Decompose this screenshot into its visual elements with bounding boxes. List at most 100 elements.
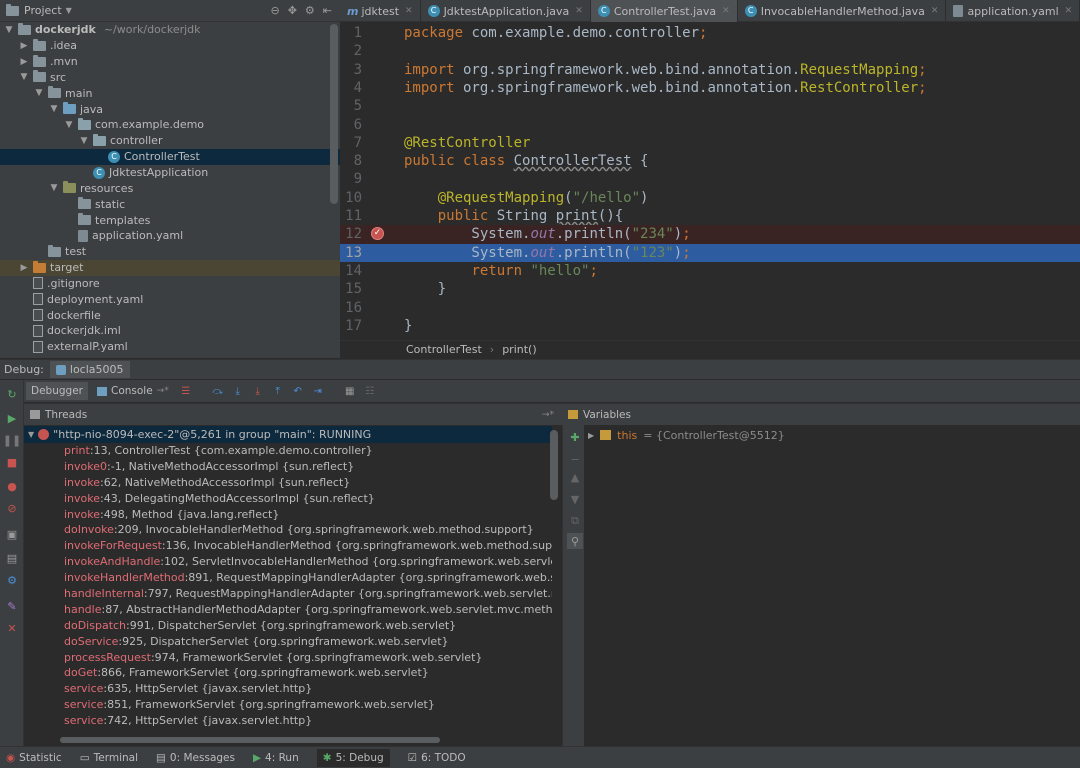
- code-line[interactable]: 11 public String print(){: [340, 207, 1080, 225]
- chevron-down-icon[interactable]: ▼: [34, 88, 44, 98]
- close-debug-icon[interactable]: ✕: [4, 620, 20, 636]
- project-panel-title[interactable]: Project: [24, 4, 62, 17]
- stack-frame-row[interactable]: doDispatch:991, DispatcherServlet {org.s…: [24, 618, 552, 634]
- settings-gear-icon[interactable]: ⚙: [305, 4, 315, 17]
- stack-frame-row[interactable]: service:635, HttpServlet {javax.servlet.…: [24, 681, 552, 697]
- stack-frame-row[interactable]: invokeForRequest:136, InvocableHandlerMe…: [24, 538, 552, 554]
- chevron-down-icon[interactable]: ▼: [64, 120, 74, 130]
- tree-item[interactable]: ▼ src: [0, 70, 340, 86]
- close-tab-icon[interactable]: ✕: [405, 6, 413, 16]
- breakpoint-icon[interactable]: ✓: [371, 227, 384, 240]
- code-line[interactable]: 1 package com.example.demo.controller;: [340, 24, 1080, 42]
- hide-panel-icon[interactable]: ⇤: [323, 4, 332, 17]
- pause-icon[interactable]: ❚❚: [3, 432, 21, 448]
- code-line[interactable]: 14 return "hello";: [340, 262, 1080, 280]
- force-step-into-icon[interactable]: ⤓: [250, 384, 266, 398]
- move-up-icon[interactable]: ▲: [567, 469, 583, 485]
- breadcrumb-class[interactable]: ControllerTest: [406, 343, 482, 356]
- resume-icon[interactable]: ▶: [4, 410, 20, 426]
- copy-icon[interactable]: ⧉: [567, 513, 583, 529]
- stack-frame-row[interactable]: doGet:866, FrameworkServlet {org.springf…: [24, 665, 552, 681]
- tree-item[interactable]: static: [0, 196, 340, 212]
- stack-frame-row[interactable]: invoke:62, NativeMethodAccessorImpl {sun…: [24, 475, 552, 491]
- tree-item[interactable]: ▼ main: [0, 85, 340, 101]
- tree-item[interactable]: ▶ target: [0, 259, 340, 276]
- threads-vertical-scrollbar[interactable]: [550, 430, 558, 500]
- thread-row[interactable]: ▼ "http-nio-8094-exec-2"@5,261 in group …: [24, 426, 552, 443]
- threads-horizontal-scrollbar[interactable]: [60, 737, 440, 743]
- tree-item[interactable]: test: [0, 244, 340, 260]
- editor-tab[interactable]: application.yaml ✕: [946, 0, 1080, 22]
- step-over-icon[interactable]: ⤼: [210, 384, 226, 398]
- stack-frame-row[interactable]: invokeHandlerMethod:891, RequestMappingH…: [24, 570, 552, 586]
- mute-breakpoints-icon[interactable]: ⊘: [4, 500, 20, 516]
- stack-frame-row[interactable]: invokeAndHandle:102, ServletInvocableHan…: [24, 554, 552, 570]
- stack-frame-row[interactable]: processRequest:974, FrameworkServlet {or…: [24, 650, 552, 666]
- tool-window-button[interactable]: ▤ 0: Messages: [156, 752, 235, 764]
- close-tab-icon[interactable]: ✕: [722, 6, 730, 16]
- breadcrumb-method[interactable]: print(): [502, 343, 536, 356]
- stack-frame-row[interactable]: invoke:43, DelegatingMethodAccessorImpl …: [24, 491, 552, 507]
- chevron-down-icon[interactable]: ▼: [4, 25, 14, 35]
- remove-watch-icon[interactable]: −: [567, 451, 583, 467]
- pin-tab-icon[interactable]: ✎: [4, 598, 20, 614]
- debug-session-tab[interactable]: locla5005: [49, 361, 130, 378]
- evaluate-expression-icon[interactable]: ▦: [342, 384, 358, 398]
- stack-frame-row[interactable]: handleInternal:797, RequestMappingHandle…: [24, 586, 552, 602]
- project-dropdown-icon[interactable]: ▼: [66, 6, 72, 15]
- tree-item[interactable]: C JdktestApplication: [0, 165, 340, 181]
- tree-item[interactable]: ▼ resources: [0, 180, 340, 196]
- chevron-right-icon[interactable]: ▶: [19, 41, 29, 51]
- expand-arrow-icon[interactable]: ▼: [28, 426, 34, 443]
- expand-arrow-icon[interactable]: ▶: [588, 431, 594, 440]
- tree-item[interactable]: C ControllerTest: [0, 148, 340, 165]
- tree-item[interactable]: .gitignore: [0, 276, 340, 292]
- view-breakpoints-icon[interactable]: ●: [4, 478, 20, 494]
- chevron-down-icon[interactable]: ▼: [79, 136, 89, 146]
- code-line[interactable]: 3 import org.springframework.web.bind.ann…: [340, 61, 1080, 79]
- rerun-icon[interactable]: ↻: [4, 386, 20, 402]
- editor-tab[interactable]: m jdktest ✕: [340, 0, 421, 22]
- code-line[interactable]: 6: [340, 116, 1080, 134]
- code-line[interactable]: 13 System.out.println("123");: [340, 243, 1080, 262]
- tree-item[interactable]: application.yaml: [0, 228, 340, 244]
- collapse-all-icon[interactable]: ⊖: [270, 4, 279, 17]
- debug-settings-icon[interactable]: ⚙: [4, 572, 20, 588]
- stack-frame-row[interactable]: service:742, HttpServlet {javax.servlet.…: [24, 713, 552, 729]
- chevron-down-icon[interactable]: ▼: [49, 183, 59, 193]
- code-line[interactable]: 4 import org.springframework.web.bind.ann…: [340, 79, 1080, 97]
- tool-window-button[interactable]: ◉ Statistic: [6, 752, 62, 764]
- show-execution-point-icon[interactable]: ☰: [178, 384, 194, 398]
- tool-window-button[interactable]: ☑ 6: TODO: [408, 752, 466, 764]
- tree-item[interactable]: ▼ java: [0, 101, 340, 117]
- restore-layout-icon[interactable]: ▤: [4, 550, 20, 566]
- variable-row[interactable]: ▶ this = {ControllerTest@5512}: [584, 426, 1080, 444]
- stack-frame-row[interactable]: print:13, ControllerTest {com.example.de…: [24, 443, 552, 459]
- chevron-down-icon[interactable]: ▼: [19, 72, 29, 82]
- step-out-icon[interactable]: ⤒: [270, 384, 286, 398]
- threads-layout-icon[interactable]: →*: [542, 410, 562, 420]
- stack-frame-row[interactable]: handle:87, AbstractHandlerMethodAdapter …: [24, 602, 552, 618]
- tree-item[interactable]: externalP.yaml: [0, 339, 340, 355]
- editor-tab[interactable]: C InvocableHandlerMethod.java ✕: [738, 0, 947, 22]
- run-to-cursor-icon[interactable]: ⇥: [310, 384, 326, 398]
- code-line[interactable]: 16: [340, 299, 1080, 317]
- new-watch-icon[interactable]: ✚: [567, 429, 583, 445]
- close-tab-icon[interactable]: ✕: [575, 6, 583, 16]
- tool-window-button[interactable]: ✱ 5: Debug: [316, 748, 390, 767]
- stack-frame-row[interactable]: invoke:498, Method {java.lang.reflect}: [24, 507, 552, 523]
- show-watches-icon[interactable]: ⚲: [567, 533, 583, 549]
- tree-item[interactable]: ▼ com.example.demo: [0, 117, 340, 133]
- tree-item[interactable]: templates: [0, 212, 340, 228]
- code-line[interactable]: 10 @RequestMapping("/hello"): [340, 189, 1080, 207]
- code-line[interactable]: 2: [340, 42, 1080, 60]
- code-line[interactable]: 9: [340, 170, 1080, 188]
- code-line[interactable]: 12 System.out.println("234");: [340, 225, 1080, 244]
- tree-item[interactable]: ▼ controller: [0, 133, 340, 149]
- stack-frame-row[interactable]: doService:925, DispatcherServlet {org.sp…: [24, 634, 552, 650]
- threads-list[interactable]: ▼ "http-nio-8094-exec-2"@5,261 in group …: [24, 426, 552, 738]
- code-line[interactable]: 7 @RestController: [340, 134, 1080, 152]
- tab-debugger[interactable]: Debugger: [26, 382, 88, 400]
- variables-list[interactable]: ▶ this = {ControllerTest@5512}: [584, 426, 1080, 746]
- editor-tab[interactable]: C ControllerTest.java ✕: [590, 0, 738, 22]
